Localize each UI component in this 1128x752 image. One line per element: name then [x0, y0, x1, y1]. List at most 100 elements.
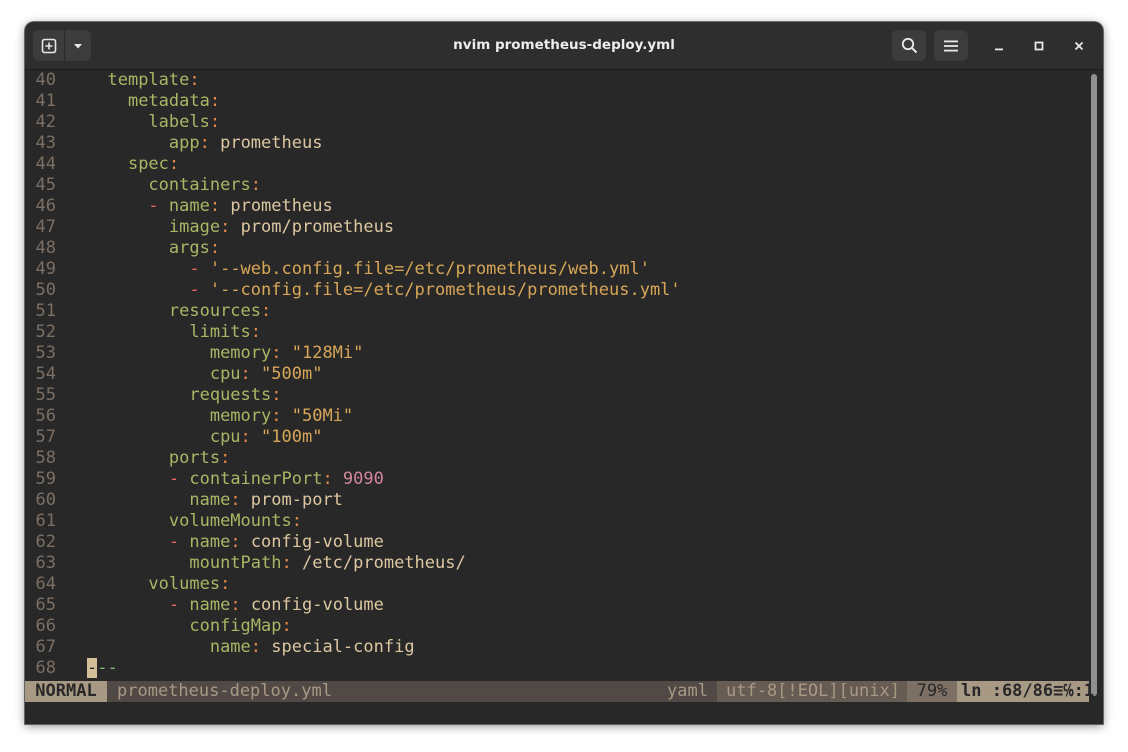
yaml-key: containers: [148, 175, 251, 195]
yaml-colon: :: [281, 553, 292, 573]
editor-line: 67 name: special-config: [25, 637, 415, 658]
tab-menu-button[interactable]: [65, 30, 91, 61]
yaml-colon: :: [220, 448, 231, 468]
maximize-button[interactable]: [1027, 34, 1051, 58]
editor-line: 41 metadata:: [25, 91, 221, 112]
hamburger-icon: [944, 40, 958, 51]
editor-line: 64 volumes:: [25, 574, 231, 595]
line-number: 57: [35, 427, 56, 447]
yaml-value: config-volume: [240, 532, 384, 552]
line-number: 63: [35, 553, 56, 573]
editor-line: 43 app: prometheus: [25, 133, 323, 154]
yaml-key: memory: [209, 406, 272, 426]
yaml-value: prom-port: [240, 490, 343, 510]
yaml-key: name: [168, 196, 210, 216]
yaml-key: name: [189, 490, 231, 510]
yaml-colon: :: [189, 70, 200, 90]
mode-indicator: NORMAL: [25, 681, 107, 702]
line-number: 41: [35, 91, 56, 111]
tab-button-group: [33, 30, 91, 61]
line-number: 58: [35, 448, 56, 468]
line-number: 65: [35, 595, 56, 615]
yaml-key: cpu: [209, 364, 241, 384]
menu-button[interactable]: [934, 30, 968, 61]
yaml-colon: :: [240, 427, 251, 447]
yaml-colon: :: [220, 574, 231, 594]
document-marker: --: [97, 658, 118, 678]
yaml-colon: :: [271, 406, 282, 426]
list-dash: -: [189, 280, 210, 300]
yaml-key: limits: [189, 322, 251, 342]
yaml-key: app: [168, 133, 200, 153]
yaml-colon: :: [209, 91, 221, 111]
scrollbar[interactable]: [1091, 74, 1097, 696]
yaml-colon: :: [271, 385, 282, 405]
terminal-window: nvim prometheus-deploy.yml 40 template: …: [25, 22, 1103, 724]
yaml-key: resources: [168, 301, 262, 321]
yaml-value: prometheus: [220, 196, 333, 216]
yaml-colon: :: [281, 616, 292, 636]
title-bar: nvim prometheus-deploy.yml: [25, 22, 1103, 70]
yaml-key: name: [189, 532, 231, 552]
line-number: 66: [35, 616, 56, 636]
editor-line: 68 ---: [25, 658, 118, 679]
line-number: 64: [35, 574, 56, 594]
yaml-value: '--config.file=/etc/prometheus/prometheu…: [209, 280, 681, 300]
status-encoding: utf-8[!EOL][unix]: [717, 681, 907, 702]
cursor: -: [87, 658, 98, 678]
new-tab-button[interactable]: [33, 30, 66, 61]
editor-buffer[interactable]: 40 template: 41 metadata: 42 labels: 43 app…: [25, 70, 1089, 682]
yaml-colon: :: [230, 595, 241, 615]
yaml-value: "128Mi": [281, 343, 364, 363]
yaml-key: name: [189, 595, 231, 615]
editor-line: 65 - name: config-volume: [25, 595, 384, 616]
editor-line: 47 image: prom/prometheus: [25, 217, 395, 238]
line-number: 43: [35, 133, 56, 153]
yaml-key: cpu: [209, 427, 241, 447]
list-dash: -: [168, 469, 190, 489]
line-number: 52: [35, 322, 56, 342]
line-number: 61: [35, 511, 56, 531]
editor-line: 66 configMap:: [25, 616, 292, 637]
line-number: 42: [35, 112, 56, 132]
editor-line: 40 template:: [25, 70, 200, 91]
yaml-colon: :: [250, 175, 262, 195]
yaml-key: ports: [168, 448, 221, 468]
yaml-value: '--web.config.file=/etc/prometheus/web.y…: [209, 259, 650, 279]
chevron-down-icon: [74, 43, 83, 48]
yaml-value: "50Mi": [281, 406, 354, 426]
yaml-value: special-config: [261, 637, 415, 657]
minimize-button[interactable]: [987, 34, 1011, 58]
yaml-colon: :: [240, 364, 251, 384]
editor-line: 44 spec:: [25, 154, 180, 175]
yaml-colon: :: [322, 469, 333, 489]
close-button[interactable]: [1067, 34, 1091, 58]
editor-line: 49 - '--web.config.file=/etc/prometheus/…: [25, 259, 650, 280]
yaml-colon: :: [230, 532, 241, 552]
yaml-key: volumes: [148, 574, 221, 594]
yaml-value: 9090: [332, 469, 384, 489]
search-button[interactable]: [892, 30, 926, 61]
line-number: 62: [35, 532, 56, 552]
line-number: 55: [35, 385, 56, 405]
editor-line: 62 - name: config-volume: [25, 532, 384, 553]
yaml-key: memory: [209, 343, 272, 363]
list-dash: -: [148, 196, 169, 216]
